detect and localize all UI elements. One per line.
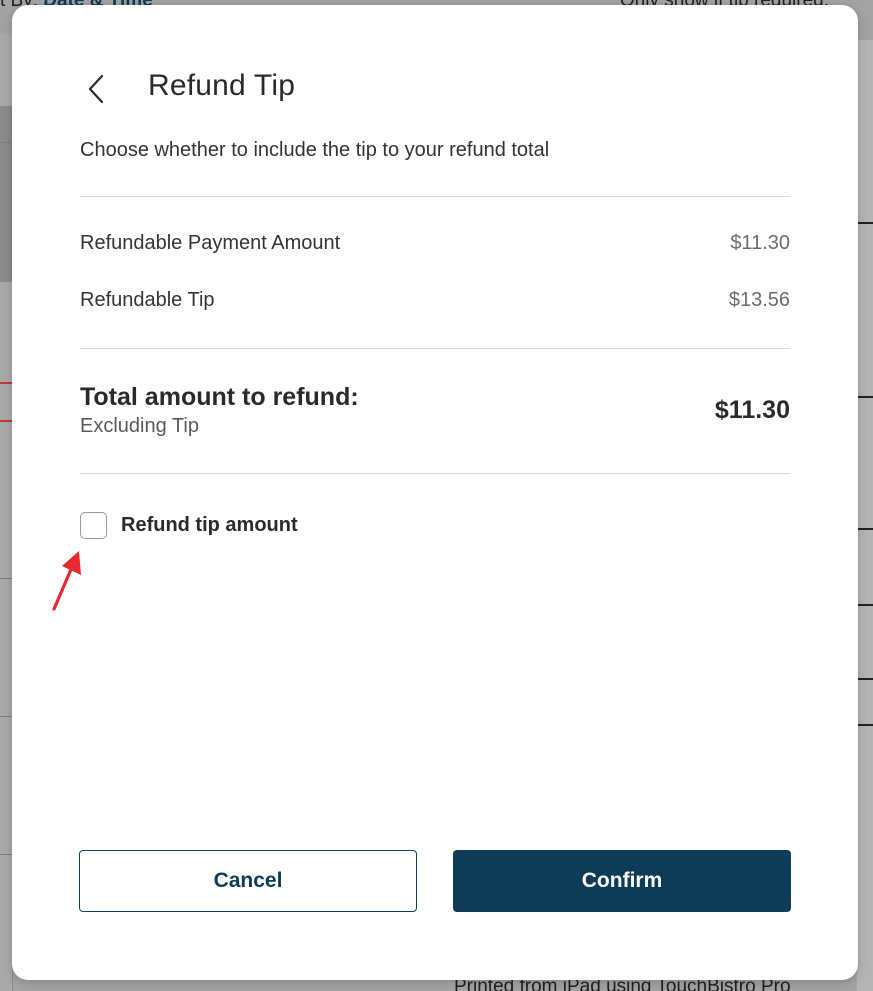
total-refund-value: $11.30 bbox=[714, 396, 790, 424]
refund-tip-dialog: Refund Tip Choose whether to include the… bbox=[12, 5, 858, 980]
background-right-receipt bbox=[857, 40, 873, 991]
chevron-left-icon bbox=[88, 74, 104, 104]
back-button[interactable] bbox=[76, 67, 116, 111]
dialog-subtitle: Choose whether to include the tip to you… bbox=[80, 139, 550, 161]
dialog-title: Refund Tip bbox=[148, 69, 296, 102]
divider bbox=[80, 348, 790, 349]
red-arrow-icon bbox=[52, 551, 81, 611]
total-refund-label: Total amount to refund: bbox=[80, 383, 359, 411]
refundable-tip-value: $13.56 bbox=[728, 289, 790, 311]
refundable-payment-label: Refundable Payment Amount bbox=[80, 232, 341, 254]
refundable-payment-row: Refundable Payment Amount $11.30 bbox=[80, 232, 790, 255]
total-refund-sublabel: Excluding Tip bbox=[80, 415, 199, 437]
divider bbox=[80, 196, 790, 197]
refundable-payment-value: $11.30 bbox=[730, 232, 790, 254]
refundable-tip-row: Refundable Tip $13.56 bbox=[80, 289, 790, 312]
confirm-button[interactable]: Confirm bbox=[453, 850, 791, 912]
cancel-button[interactable]: Cancel bbox=[79, 850, 417, 912]
refund-tip-checkbox-label[interactable]: Refund tip amount bbox=[121, 514, 298, 537]
divider bbox=[80, 473, 790, 474]
refundable-tip-label: Refundable Tip bbox=[80, 289, 215, 311]
refund-tip-checkbox[interactable] bbox=[80, 512, 107, 539]
